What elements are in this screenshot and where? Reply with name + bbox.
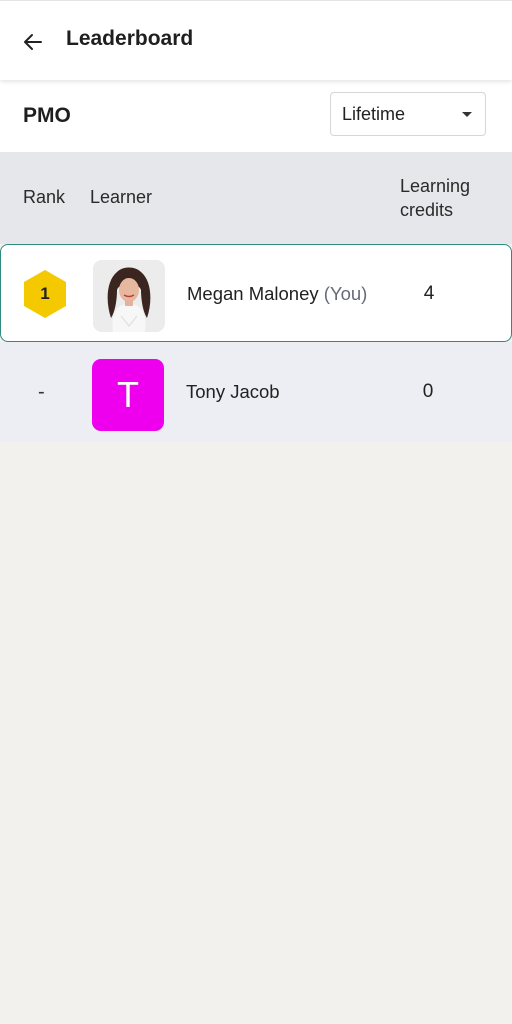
group-name: PMO	[23, 104, 71, 127]
you-tag: (You)	[323, 283, 368, 304]
learner-name: Megan Maloney (You)	[187, 283, 367, 305]
table-header: Rank Learner Learning credits	[0, 152, 512, 244]
avatar-initial-letter: T	[117, 374, 139, 415]
rank-value: 1	[40, 284, 50, 303]
learning-credits-value: 4	[423, 283, 435, 304]
leaderboard-row[interactable]: - T Tony Jacob 0	[0, 342, 512, 442]
rank-badge: 1	[23, 269, 67, 319]
column-header-credits: Learning credits	[400, 176, 471, 220]
page-title: Leaderboard	[66, 27, 194, 50]
column-header-rank: Rank	[23, 187, 66, 207]
learner-name: Tony Jacob	[186, 381, 280, 402]
leaderboard-row-current-user[interactable]: 1 Megan Maloney (You) 4	[0, 244, 512, 342]
app-bar: Leaderboard	[0, 0, 512, 80]
filter-bar: PMO Lifetime	[0, 80, 512, 152]
arrow-left-icon	[24, 34, 42, 50]
learner-name-text: Megan Maloney	[187, 283, 319, 304]
caret-down-icon	[462, 112, 472, 117]
user-photo-icon	[93, 260, 165, 332]
avatar-initial: T	[92, 359, 164, 431]
period-selected-value: Lifetime	[342, 104, 406, 124]
period-dropdown[interactable]: Lifetime	[330, 92, 486, 136]
back-button[interactable]	[14, 23, 52, 61]
avatar-photo	[93, 260, 165, 332]
rank-value: -	[38, 381, 45, 403]
column-header-learner: Learner	[90, 187, 153, 207]
learning-credits-value: 0	[422, 381, 434, 402]
